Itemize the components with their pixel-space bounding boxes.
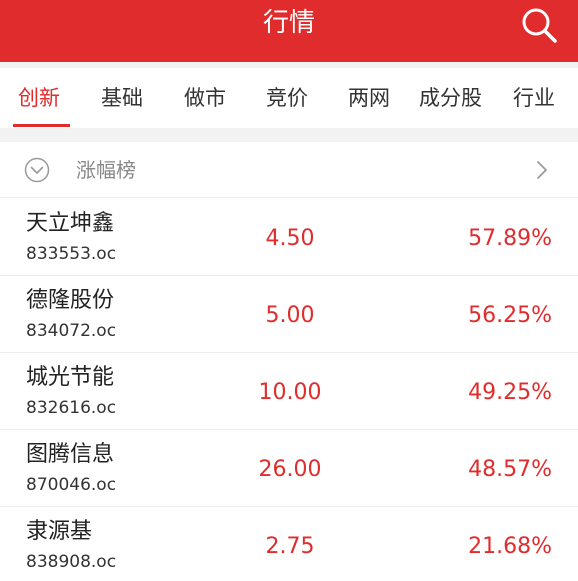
- stock-change-percent: 56.25%: [468, 303, 552, 328]
- stock-price: 5.00: [265, 303, 315, 328]
- stock-price: 10.00: [258, 380, 322, 405]
- stock-change-percent: 49.25%: [468, 380, 552, 405]
- stock-price: 26.00: [258, 457, 322, 482]
- stock-name: 德隆股份: [26, 288, 115, 313]
- stock-code: 838908.oc: [26, 552, 117, 572]
- active-tab-indicator: [13, 124, 70, 127]
- divider: [0, 128, 578, 142]
- stock-code: 832616.oc: [26, 398, 117, 418]
- stock-row[interactable]: 天立坤鑫 833553.oc 4.50 57.89%: [0, 199, 578, 276]
- tab-jingjia[interactable]: 竞价: [266, 84, 308, 112]
- tab-chuangxin[interactable]: 创新: [18, 84, 60, 112]
- tab-chengfengu[interactable]: 成分股: [419, 84, 482, 112]
- stock-name: 图腾信息: [26, 442, 115, 467]
- search-icon[interactable]: [520, 6, 558, 44]
- gainers-section-header[interactable]: 涨幅榜: [0, 142, 578, 198]
- page-title: 行情: [262, 8, 315, 38]
- stock-name: 天立坤鑫: [26, 211, 115, 236]
- chevron-down-circle-icon[interactable]: [24, 157, 50, 183]
- stock-code: 870046.oc: [26, 475, 117, 495]
- stock-row[interactable]: 城光节能 832616.oc 10.00 49.25%: [0, 353, 578, 430]
- stock-row[interactable]: 德隆股份 834072.oc 5.00 56.25%: [0, 276, 578, 353]
- stock-name: 城光节能: [26, 365, 115, 390]
- stock-change-percent: 21.68%: [468, 534, 552, 559]
- tab-liangwang[interactable]: 两网: [348, 84, 390, 112]
- stock-code: 833553.oc: [26, 244, 117, 264]
- market-tabs: 创新 基础 做市 竞价 两网 成分股 行业: [0, 68, 578, 128]
- stock-price: 4.50: [265, 226, 315, 251]
- stock-row[interactable]: 隶源基 838908.oc 2.75 21.68%: [0, 507, 578, 581]
- stock-price: 2.75: [265, 534, 315, 559]
- stock-change-percent: 57.89%: [468, 226, 552, 251]
- tab-zuoshi[interactable]: 做市: [184, 84, 226, 112]
- section-title: 涨幅榜: [76, 158, 136, 182]
- top-bar: 行情: [0, 0, 578, 62]
- tab-jichu[interactable]: 基础: [101, 84, 143, 112]
- stock-row[interactable]: 图腾信息 870046.oc 26.00 48.57%: [0, 430, 578, 507]
- stock-name: 隶源基: [26, 519, 93, 544]
- stock-change-percent: 48.57%: [468, 457, 552, 482]
- stock-code: 834072.oc: [26, 321, 117, 341]
- tab-hangye[interactable]: 行业: [513, 84, 555, 112]
- chevron-right-icon[interactable]: [534, 159, 550, 181]
